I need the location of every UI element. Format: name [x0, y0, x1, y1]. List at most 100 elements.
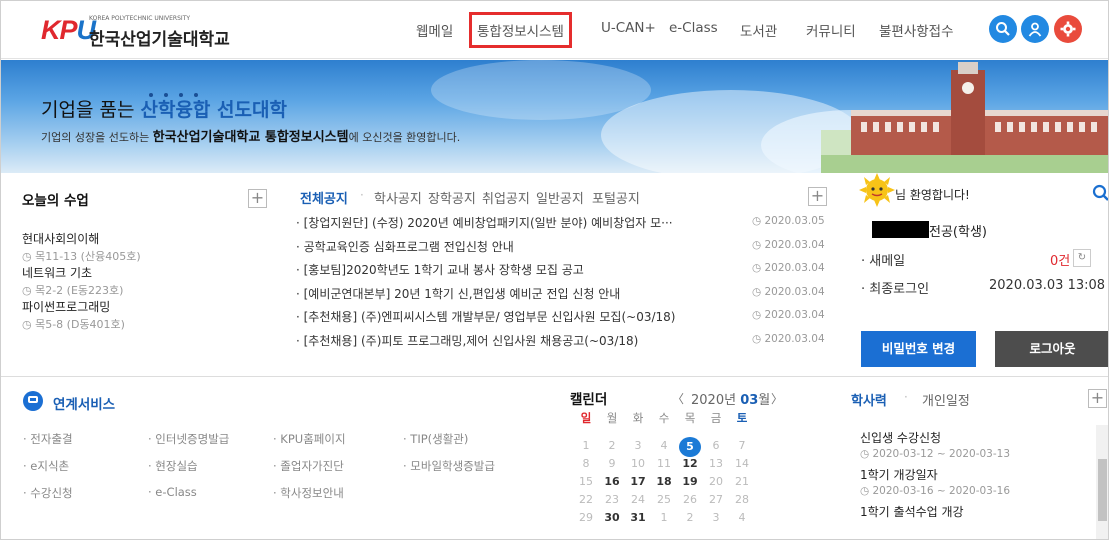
calendar-day[interactable]: 21: [731, 475, 753, 488]
gear-icon[interactable]: [1054, 15, 1082, 43]
academic-tab-0[interactable]: 학사력: [851, 390, 887, 409]
notice-title[interactable]: · [창업지원단] (수정) 2020년 예비창업패키지(일반 분야) 예비창업…: [296, 214, 716, 231]
notice-row[interactable]: · 공학교육인증 심화프로그램 전입신청 안내 ◷ 2020.03.04: [296, 238, 825, 260]
notice-title[interactable]: · [홍보팀]2020학년도 1학기 교내 봉사 장학생 모집 공고: [296, 261, 716, 278]
notice-tab-0[interactable]: 전체공지: [300, 188, 348, 207]
calendar-day[interactable]: 1: [575, 439, 597, 452]
hero-banner: 기업을 품는 산학융합 선도대학 기업의 성장을 선도하는 한국산업기술대학교 …: [1, 60, 1108, 173]
banner-subtitle: 기업의 성장을 선도하는 한국산업기술대학교 통합정보시스템에 오신것을 환영합…: [41, 130, 461, 145]
calendar-day[interactable]: 6: [705, 439, 727, 452]
new-mail-count[interactable]: 0건: [1050, 250, 1070, 269]
calendar-day[interactable]: 22: [575, 493, 597, 506]
notice-title[interactable]: · [추천채용] (주)엔피씨시스템 개발부문/ 영업부문 신입사원 모집(~0…: [296, 308, 716, 325]
nav-item-3[interactable]: e-Class: [669, 20, 718, 36]
calendar-day[interactable]: 11: [653, 457, 675, 470]
nav-item-0[interactable]: 웹메일: [416, 20, 453, 40]
calendar-day[interactable]: 4: [653, 439, 675, 452]
service-link[interactable]: · 졸업자가진단: [273, 458, 344, 474]
notice-title[interactable]: · [예비군연대본부] 20년 1학기 신,편입생 예비군 전입 신청 안내: [296, 285, 716, 302]
calendar-day[interactable]: 24: [627, 493, 649, 506]
calendar-day[interactable]: 19: [679, 475, 701, 488]
calendar-day[interactable]: 9: [601, 457, 623, 470]
change-password-button[interactable]: 비밀번호 변경: [861, 331, 976, 367]
calendar-day[interactable]: 4: [731, 511, 753, 524]
notice-tab-4[interactable]: 일반공지: [536, 188, 584, 207]
calendar-day[interactable]: 30: [601, 511, 623, 524]
class-name[interactable]: 파이썬프로그래밍: [22, 298, 110, 315]
notice-more-button[interactable]: +: [808, 187, 827, 206]
search-icon[interactable]: [989, 15, 1017, 43]
notice-tab-5[interactable]: 포털공지: [592, 188, 640, 207]
notice-title[interactable]: · 공학교육인증 심화프로그램 전입신청 안내: [296, 238, 716, 255]
calendar-day[interactable]: 18: [653, 475, 675, 488]
calendar-day[interactable]: 23: [601, 493, 623, 506]
user-search-icon[interactable]: [1092, 184, 1109, 202]
calendar-day[interactable]: 20: [705, 475, 727, 488]
calendar-day[interactable]: 12: [679, 457, 701, 470]
today-more-button[interactable]: +: [248, 189, 267, 208]
user-icon[interactable]: [1021, 15, 1049, 43]
academic-tab-1[interactable]: 개인일정: [922, 390, 970, 409]
notice-title[interactable]: · [추천채용] (주)피토 프로그래밍,제어 신입사원 채용공고(~03/18…: [296, 332, 716, 349]
service-link[interactable]: · 전자출결: [23, 431, 73, 447]
nav-item-1[interactable]: 통합정보시스템: [469, 12, 572, 48]
calendar-day[interactable]: 14: [731, 457, 753, 470]
nav-item-4[interactable]: 도서관: [740, 20, 777, 40]
refresh-icon[interactable]: ↻: [1073, 249, 1091, 267]
notice-date: ◷ 2020.03.04: [752, 262, 825, 274]
calendar-day[interactable]: 2: [601, 439, 623, 452]
new-mail-row[interactable]: · 새메일 0건 ↻: [861, 249, 1108, 269]
calendar-day[interactable]: 1: [653, 511, 675, 524]
scrollbar[interactable]: [1096, 425, 1108, 539]
calendar-prev-button[interactable]: 〈: [672, 390, 684, 407]
calendar-day[interactable]: 31: [627, 511, 649, 524]
notice-row[interactable]: · [창업지원단] (수정) 2020년 예비창업패키지(일반 분야) 예비창업…: [296, 214, 825, 236]
calendar-day[interactable]: 27: [705, 493, 727, 506]
calendar-day[interactable]: 29: [575, 511, 597, 524]
logout-button[interactable]: 로그아웃: [995, 331, 1108, 367]
service-link[interactable]: · 모바일학생증발급: [403, 458, 495, 474]
calendar-day[interactable]: 17: [627, 475, 649, 488]
notice-date: ◷ 2020.03.05: [752, 215, 825, 227]
notice-board: 전체공지 · 학사공지 · 장학공지 · 취업공지 · 일반공지 · 포털공지 + · [창업지원단…: [286, 177, 836, 377]
service-link[interactable]: · 현장실습: [148, 458, 198, 474]
service-link[interactable]: · e-Class: [148, 485, 197, 499]
notice-row[interactable]: · [추천채용] (주)엔피씨시스템 개발부문/ 영업부문 신입사원 모집(~0…: [296, 308, 825, 330]
calendar-day[interactable]: 26: [679, 493, 701, 506]
nav-item-5[interactable]: 커뮤니티: [806, 20, 856, 40]
nav-item-2[interactable]: U-CAN+: [601, 20, 656, 36]
class-name[interactable]: 네트워크 기초: [22, 264, 92, 281]
calendar-day[interactable]: 28: [731, 493, 753, 506]
academic-item-title[interactable]: 1학기 개강일자: [860, 466, 938, 483]
notice-row[interactable]: · [추천채용] (주)피토 프로그래밍,제어 신입사원 채용공고(~03/18…: [296, 332, 825, 354]
calendar-day[interactable]: 10: [627, 457, 649, 470]
calendar-day[interactable]: 13: [705, 457, 727, 470]
service-link[interactable]: · KPU홈페이지: [273, 431, 346, 447]
service-link[interactable]: · 수강신청: [23, 485, 73, 501]
calendar-day[interactable]: 3: [627, 439, 649, 452]
academic-item-title[interactable]: 신입생 수강신청: [860, 429, 941, 446]
service-link[interactable]: · e지식촌: [23, 458, 69, 474]
service-link[interactable]: · TIP(생활관): [403, 431, 468, 447]
academic-item-title[interactable]: 1학기 출석수업 개강: [860, 503, 964, 520]
academic-schedule-panel: 학사력 · 개인일정 + 신입생 수강신청 ◷ 2020-03-12 ~ 2020-0…: [846, 381, 1108, 539]
service-link[interactable]: · 인터넷증명발급: [148, 431, 229, 447]
calendar-day[interactable]: 8: [575, 457, 597, 470]
calendar-day[interactable]: 25: [653, 493, 675, 506]
notice-row[interactable]: · [예비군연대본부] 20년 1학기 신,편입생 예비군 전입 신청 안내 ◷ …: [296, 285, 825, 307]
sun-avatar-icon: [859, 173, 895, 207]
calendar-day[interactable]: 7: [731, 439, 753, 452]
academic-more-button[interactable]: +: [1088, 389, 1107, 408]
calendar-day[interactable]: 3: [705, 511, 727, 524]
scrollbar-thumb[interactable]: [1098, 459, 1107, 521]
calendar-day-today[interactable]: 5: [679, 437, 701, 457]
calendar-day[interactable]: 15: [575, 475, 597, 488]
calendar-next-button[interactable]: 〉: [771, 390, 783, 407]
nav-item-6[interactable]: 불편사항접수: [879, 20, 954, 40]
linked-services-title: 연계서비스: [53, 397, 116, 413]
calendar-day[interactable]: 2: [679, 511, 701, 524]
class-name[interactable]: 현대사회의이해: [22, 230, 99, 247]
service-link[interactable]: · 학사정보안내: [273, 485, 344, 501]
calendar-day[interactable]: 16: [601, 475, 623, 488]
notice-row[interactable]: · [홍보팀]2020학년도 1학기 교내 봉사 장학생 모집 공고 ◷ 2020…: [296, 261, 825, 283]
